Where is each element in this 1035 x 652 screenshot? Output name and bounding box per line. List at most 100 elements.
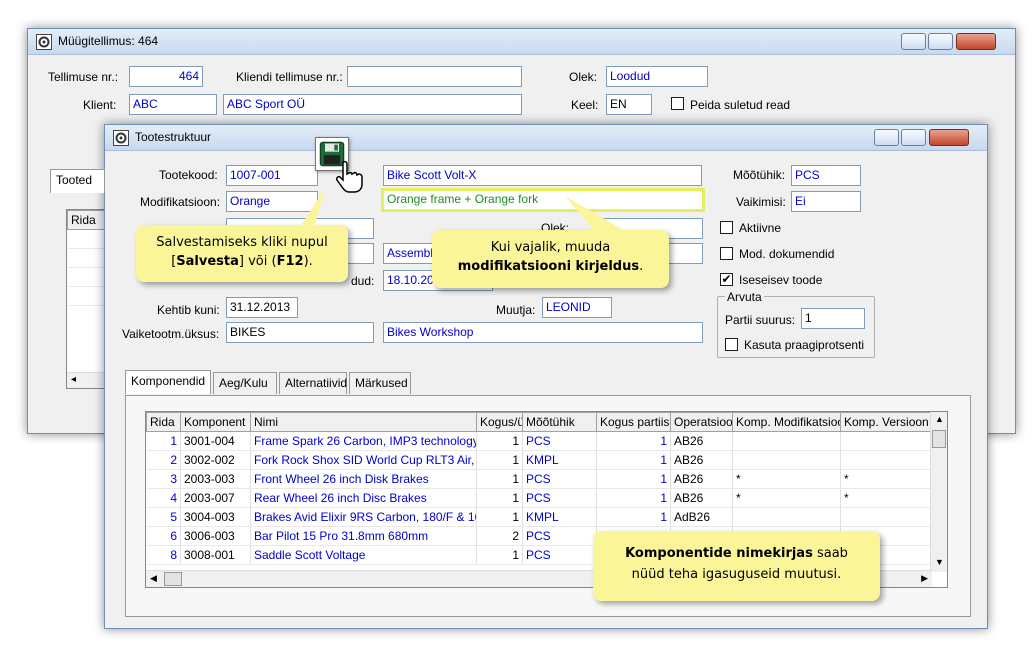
default-unit-field[interactable]: BIKES <box>226 322 374 343</box>
lang-label: Keel: <box>571 98 599 112</box>
lang-field[interactable]: EN <box>606 94 652 115</box>
table-cell: AB26 <box>670 469 733 489</box>
unit-field[interactable]: PCS <box>791 165 861 186</box>
table-cell: 1 <box>476 488 523 508</box>
table-cell: 1 <box>476 507 523 527</box>
table-row[interactable]: 5 3004-003 Brakes Avid Elixir 9RS Carbon, … <box>146 507 933 527</box>
column-header[interactable]: Kogus/üh <box>476 412 523 432</box>
tab-alternatiivid[interactable]: Alternatiivid <box>279 372 347 394</box>
description-callout-line1: Kui vajalik, muuda <box>490 240 611 255</box>
minimize-button[interactable] <box>901 33 926 50</box>
batch-size-field[interactable]: 1 <box>801 308 865 329</box>
tab-markused-label: Märkused <box>355 376 408 390</box>
table-cell: Bar Pilot 15 Pro 31.8mm 680mm <box>250 526 477 546</box>
tab-markused[interactable]: Märkused <box>349 372 411 394</box>
default-unit-name-field[interactable]: Bikes Workshop <box>383 322 703 343</box>
tab-komponendid[interactable]: Komponendid <box>125 370 211 394</box>
column-header[interactable]: Rida <box>146 412 181 432</box>
active-label: Aktiivne <box>739 221 782 235</box>
save-callout-arrow <box>300 187 326 227</box>
column-header[interactable]: Operatsioo <box>670 412 733 432</box>
table-cell: 2003-007 <box>180 488 251 508</box>
mod-docs-label: Mod. dokumendid <box>739 247 835 261</box>
scroll-right-icon[interactable]: ▶ <box>921 573 928 584</box>
customer-order-field[interactable] <box>347 66 522 87</box>
mod-docs-checkbox[interactable] <box>720 247 733 260</box>
table-cell: AB26 <box>670 431 733 451</box>
table-cell: 8 <box>146 545 181 565</box>
scroll-up-icon[interactable]: ▲ <box>935 414 944 424</box>
use-percent-label: Kasuta praagiprotsenti <box>744 338 865 352</box>
product-code-label: Tootekood: <box>159 168 218 182</box>
product-structure-title: Tootestruktuur <box>135 130 212 144</box>
scroll-left-icon[interactable]: ◀ <box>150 573 157 584</box>
valid-until-label: Kehtib kuni: <box>157 303 220 317</box>
table-cell: PCS <box>522 526 597 546</box>
save-callout-line1: Salvestamiseks kliki nupul <box>156 235 328 250</box>
table-row[interactable]: 3 2003-003 Front Wheel 26 inch Disk Brakes… <box>146 469 933 489</box>
minimize-button[interactable] <box>874 129 899 146</box>
description-callout: Kui vajalik, muuda modifikatsiooni kirje… <box>432 230 669 288</box>
default-field[interactable]: Ei <box>791 191 861 212</box>
scroll-thumb[interactable] <box>932 430 946 448</box>
table-row[interactable]: 1 3001-004 Frame Spark 26 Carbon, IMP3 tec… <box>146 431 933 451</box>
scroll-down-icon[interactable]: ▼ <box>935 557 944 567</box>
tab-aeg-kulu[interactable]: Aeg/Kulu <box>213 372 277 394</box>
description-callout-bold: modifikatsiooni kirjeldus <box>457 259 640 274</box>
close-button[interactable] <box>929 129 969 146</box>
batch-size-label: Partii suurus: <box>725 313 796 327</box>
description-callout-arrow <box>565 196 625 231</box>
status-field[interactable]: Loodud <box>606 66 708 87</box>
column-header[interactable]: Komp. Modifikatsioo <box>732 412 841 432</box>
table-cell: Rear Wheel 26 inch Disc Brakes <box>250 488 477 508</box>
maximize-button[interactable] <box>901 129 926 146</box>
hide-closed-checkbox[interactable] <box>671 97 684 110</box>
table-row[interactable]: 2 3002-002 Fork Rock Shox SID World Cup RL… <box>146 450 933 470</box>
gear-icon <box>36 34 52 50</box>
table-cell: 3 <box>146 469 181 489</box>
table-row[interactable]: 4 2003-007 Rear Wheel 26 inch Disc Brakes 1… <box>146 488 933 508</box>
save-callout-text: ] või ( <box>238 254 277 269</box>
scroll-left-icon[interactable]: ◂ <box>71 374 76 385</box>
tab-komponendid-label: Komponendid <box>131 374 206 388</box>
modification-description-field[interactable]: Orange frame + Orange fork <box>381 188 705 212</box>
gear-icon <box>113 130 129 146</box>
modifier-label: Muutja: <box>496 303 536 317</box>
scroll-thumb[interactable] <box>164 572 182 586</box>
table-cell: PCS <box>522 488 597 508</box>
component-list-callout-line2: nüüd teha igasuguseid muutusi. <box>631 567 842 582</box>
maximize-button[interactable] <box>928 33 953 50</box>
column-header[interactable]: Komp. Versioon <box>840 412 933 432</box>
tab-tooted[interactable]: Tooted <box>50 169 105 193</box>
use-percent-checkbox[interactable] <box>725 338 738 351</box>
standalone-checkbox[interactable]: ✔ <box>720 273 733 286</box>
modification-label: Modifikatsioon: <box>140 195 221 209</box>
calc-group-label: Arvuta <box>725 290 764 304</box>
table-cell <box>840 507 933 527</box>
description-callout-text: . <box>639 259 644 274</box>
column-header[interactable]: Mõõtühik <box>522 412 597 432</box>
vertical-scrollbar[interactable]: ▲ ▼ <box>930 412 947 572</box>
modifier-field[interactable]: LEONID <box>542 297 612 318</box>
valid-until-field[interactable]: 31.12.2013 <box>226 297 298 318</box>
order-no-label: Tellimuse nr.: <box>48 70 119 84</box>
product-code-field[interactable]: 1007-001 <box>226 165 318 186</box>
close-button[interactable] <box>956 33 996 50</box>
active-checkbox[interactable] <box>720 221 733 234</box>
client-code-field[interactable]: ABC <box>129 94 217 115</box>
client-name-field[interactable]: ABC Sport OÜ <box>223 94 522 115</box>
product-name-field[interactable]: Bike Scott Volt-X <box>383 165 702 186</box>
table-cell: 1 <box>146 431 181 451</box>
table-cell: 3006-003 <box>180 526 251 546</box>
customer-order-label: Kliendi tellimuse nr.: <box>236 70 343 84</box>
column-header[interactable]: Nimi <box>250 412 477 432</box>
order-no-field[interactable]: 464 <box>129 66 203 87</box>
table-cell: Saddle Scott Voltage <box>250 545 477 565</box>
table-cell: KMPL <box>522 507 597 527</box>
table-cell: Frame Spark 26 Carbon, IMP3 technology, <box>250 431 477 451</box>
column-header[interactable]: Komponent <box>180 412 251 432</box>
column-header[interactable]: Kogus partiis <box>596 412 671 432</box>
date-label: dud: <box>351 274 375 288</box>
unit-label: Mõõtühik: <box>733 168 786 182</box>
hand-pointer-icon <box>336 160 363 193</box>
